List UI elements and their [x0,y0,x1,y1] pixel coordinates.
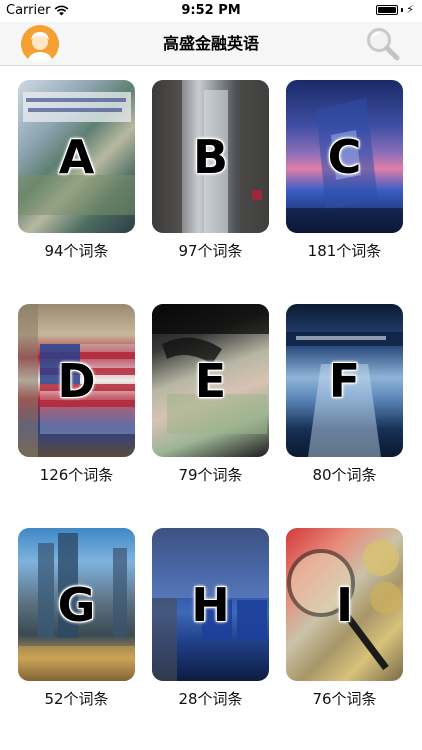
charging-bolt-icon: ⚡ [406,3,414,16]
card-e[interactable]: E 79个词条 [152,304,269,485]
card-letter: D [57,353,96,408]
card-h[interactable]: H 28个词条 [152,528,269,709]
card-entry-count: 79个词条 [178,466,243,484]
card-a-image[interactable]: A [18,80,135,233]
card-letter: F [328,353,361,408]
status-time: 9:52 PM [181,3,241,18]
search-button[interactable] [364,25,402,63]
card-letter: G [57,577,96,632]
card-f-image[interactable]: F [286,304,403,457]
card-entry-count: 126个词条 [39,466,114,484]
card-i[interactable]: I 76个词条 [286,528,403,709]
card-entry-count: 76个词条 [312,690,377,708]
status-bar: Carrier 9:52 PM ⚡ [0,0,422,22]
card-letter: H [191,577,230,632]
card-a[interactable]: A 94个词条 [18,80,135,261]
card-letter: A [58,129,95,184]
card-e-image[interactable]: E [152,304,269,457]
navigation-bar: 高盛金融英语 [0,22,422,66]
letter-grid: A 94个词条 B 97个词条 C 181个词条 D 126个词条 E 79个词… [0,66,422,750]
user-avatar-icon[interactable] [21,25,59,63]
card-letter: B [192,129,229,184]
card-b-image[interactable]: B [152,80,269,233]
card-c-image[interactable]: C [286,80,403,233]
card-entry-count: 97个词条 [178,242,243,260]
card-g-image[interactable]: G [18,528,135,681]
card-entry-count: 28个词条 [178,690,243,708]
search-icon [367,28,400,61]
card-i-image[interactable]: I [286,528,403,681]
card-d-image[interactable]: D [18,304,135,457]
card-letter: C [327,129,362,184]
card-c[interactable]: C 181个词条 [286,80,403,261]
page-title: 高盛金融英语 [162,34,259,53]
card-g[interactable]: G 52个词条 [18,528,135,709]
battery-icon: ⚡ [376,3,414,16]
card-entry-count: 52个词条 [44,690,109,708]
card-f[interactable]: F 80个词条 [286,304,403,485]
card-letter: I [335,577,354,632]
user-silhouette-icon [21,25,59,63]
card-d[interactable]: D 126个词条 [18,304,135,485]
card-b[interactable]: B 97个词条 [152,80,269,261]
card-letter: E [194,353,227,408]
card-entry-count: 80个词条 [312,466,377,484]
card-entry-count: 181个词条 [307,242,382,260]
card-h-image[interactable]: H [152,528,269,681]
card-entry-count: 94个词条 [44,242,109,260]
